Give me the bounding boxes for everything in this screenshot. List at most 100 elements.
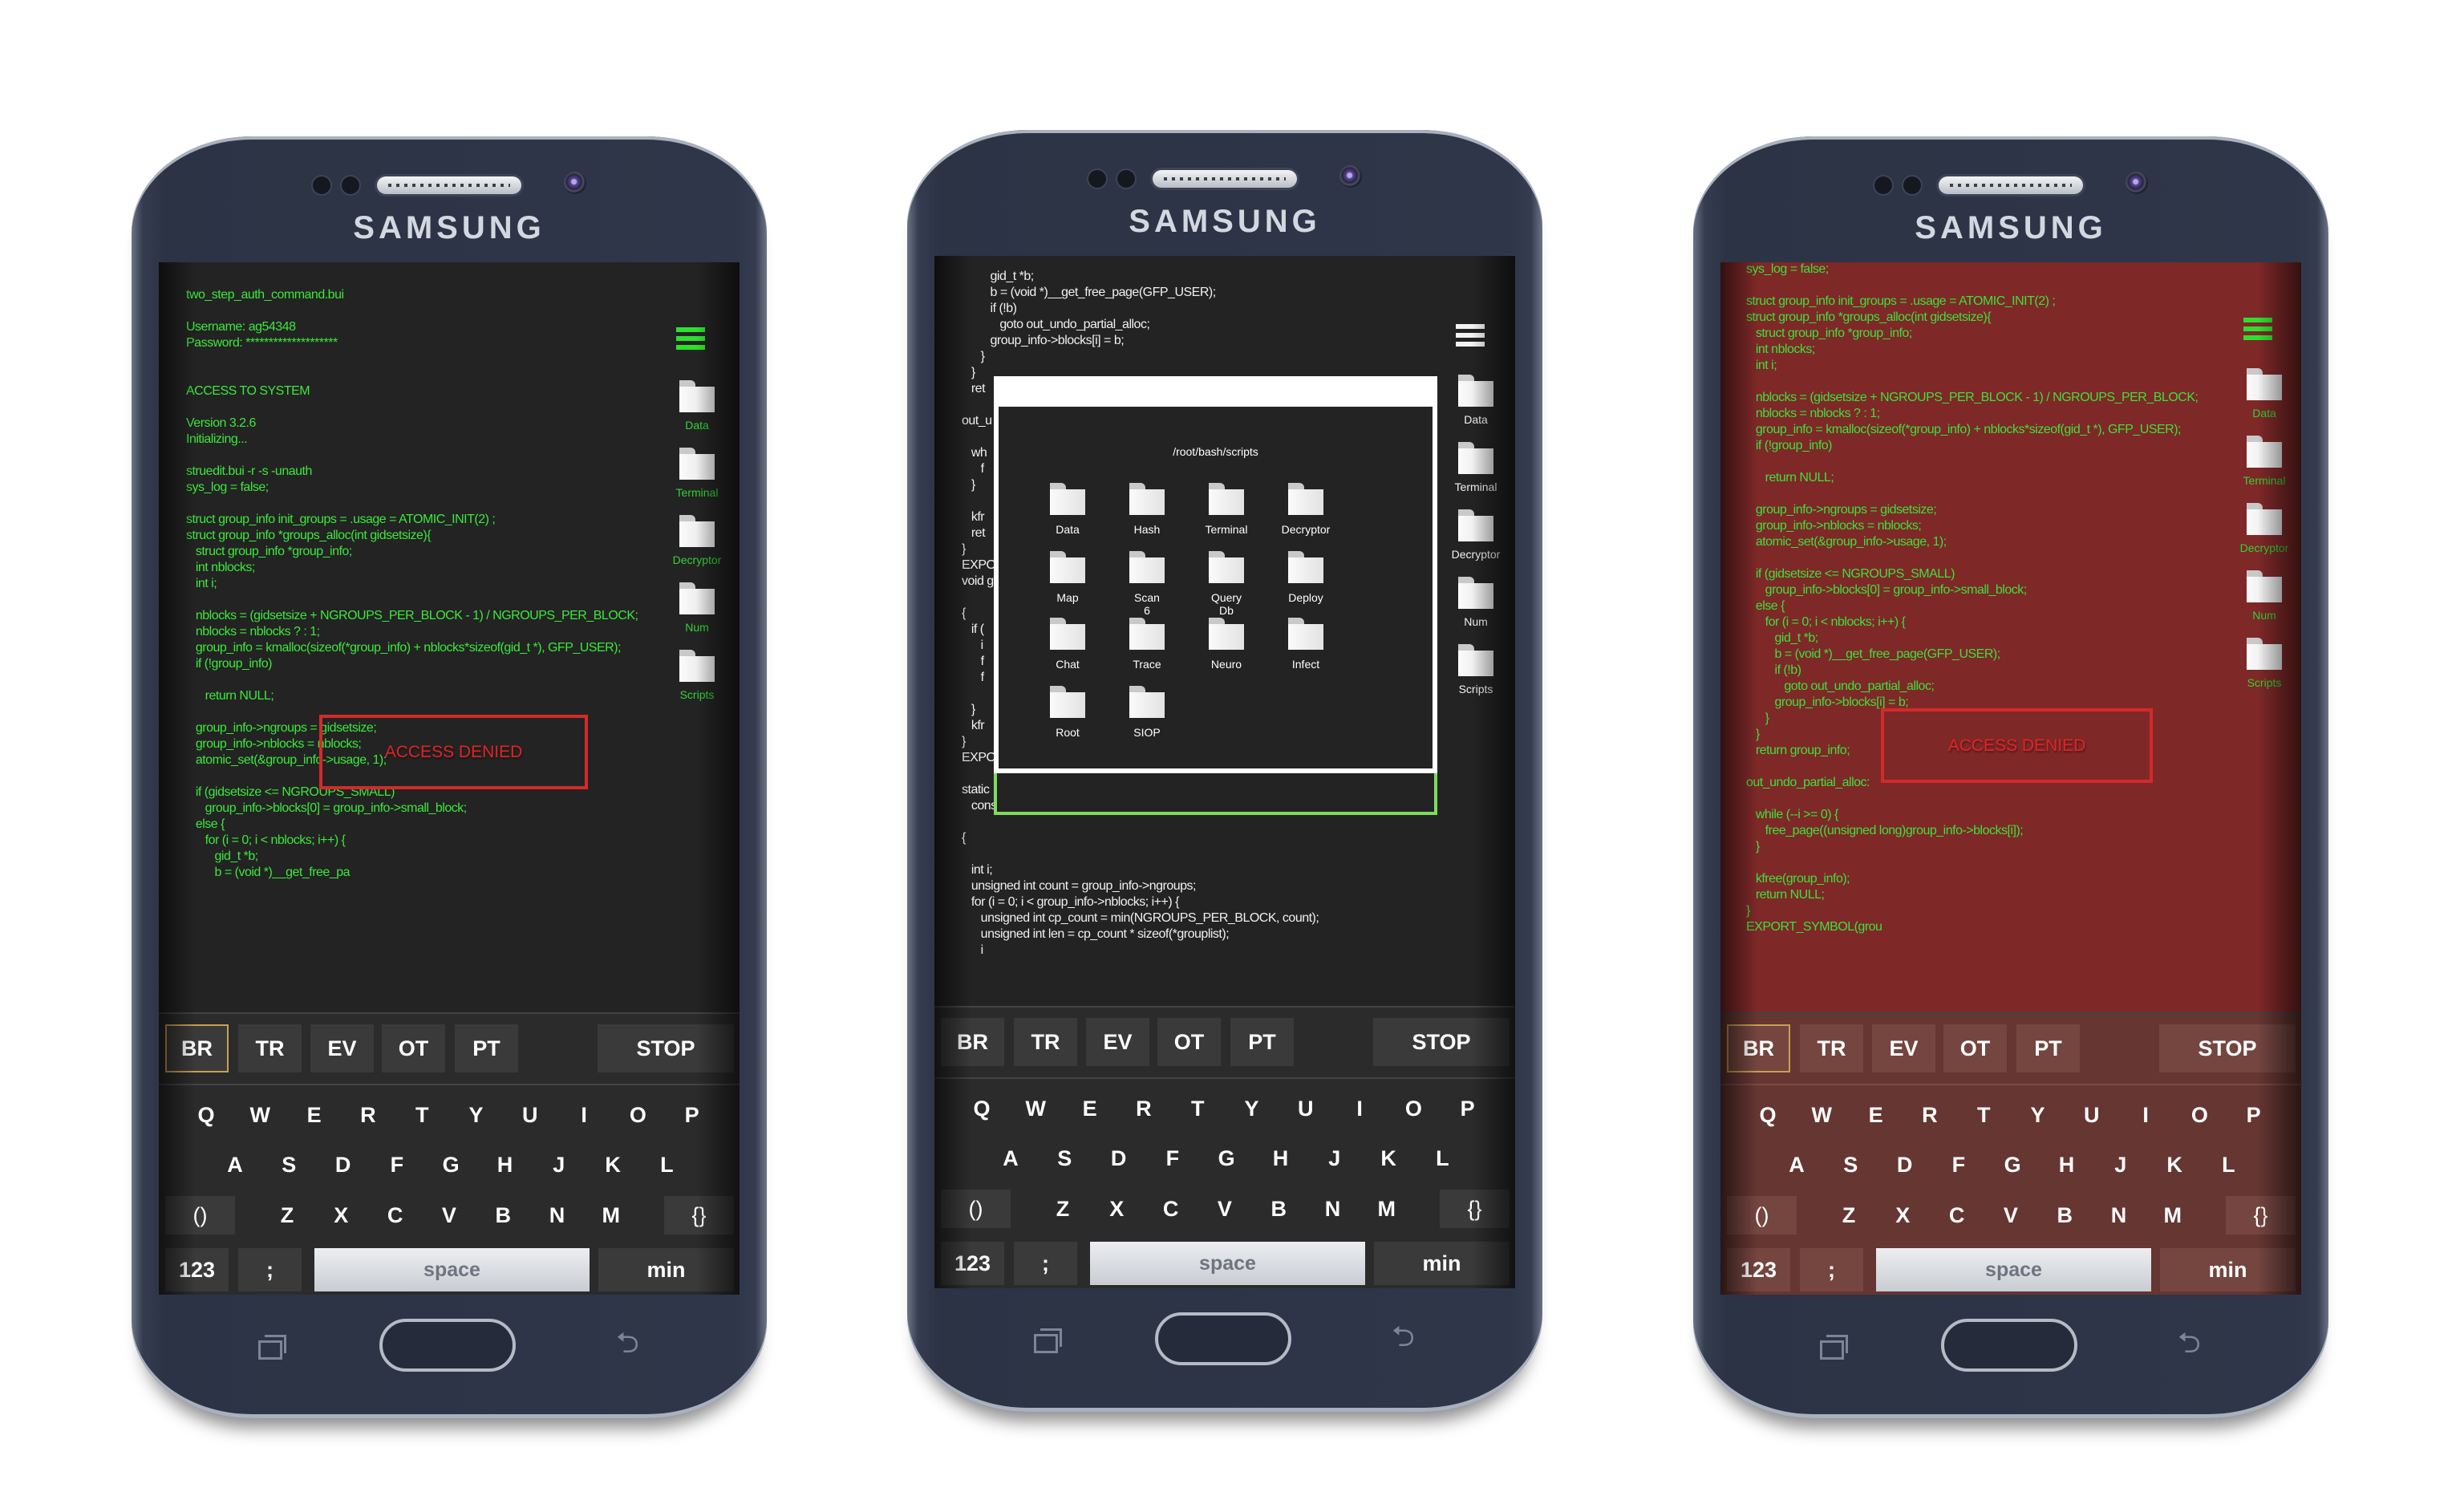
key-c[interactable]: C <box>1937 1195 1977 1235</box>
braces-key[interactable]: {} <box>1440 1190 1510 1228</box>
sidebar-item-data[interactable]: Data <box>1440 413 1512 426</box>
key-q[interactable]: Q <box>962 1089 1002 1129</box>
function-key-tr[interactable]: TR <box>1014 1018 1077 1066</box>
key-g[interactable]: G <box>431 1145 471 1185</box>
dialog-folder-deploy[interactable]: Deploy <box>1270 591 1342 604</box>
back-icon[interactable]: ⮌ <box>1392 1322 1424 1351</box>
key-y[interactable]: Y <box>456 1095 496 1135</box>
folder-icon[interactable] <box>1288 618 1323 650</box>
key-l[interactable]: L <box>646 1145 687 1185</box>
parentheses-key[interactable]: () <box>941 1190 1011 1228</box>
dialog-folder-siop[interactable]: SIOP <box>1111 726 1183 739</box>
sidebar-item-decryptor[interactable]: Decryptor <box>661 553 733 566</box>
key-i[interactable]: I <box>2126 1095 2166 1135</box>
stop-button[interactable]: STOP <box>1373 1018 1510 1066</box>
parentheses-key[interactable]: () <box>165 1196 235 1235</box>
key-k[interactable]: K <box>2154 1145 2194 1185</box>
folder-icon[interactable] <box>1458 442 1493 474</box>
key-n[interactable]: N <box>2099 1195 2139 1235</box>
folder-icon[interactable] <box>1050 483 1085 515</box>
key-j[interactable]: J <box>2101 1145 2141 1185</box>
folder-icon[interactable] <box>1458 644 1493 676</box>
function-key-ot[interactable]: OT <box>382 1024 445 1072</box>
key-w[interactable]: W <box>1015 1089 1056 1129</box>
hamburger-menu-icon[interactable] <box>676 327 705 350</box>
function-key-ev[interactable]: EV <box>310 1024 374 1072</box>
folder-icon[interactable] <box>1129 483 1165 515</box>
key-c[interactable]: C <box>1151 1189 1191 1229</box>
key-o[interactable]: O <box>618 1095 658 1135</box>
folder-icon[interactable] <box>679 448 715 480</box>
recent-apps-icon[interactable] <box>1034 1328 1062 1353</box>
semicolon-key[interactable]: ; <box>1800 1248 1863 1291</box>
key-l[interactable]: L <box>2208 1145 2248 1185</box>
sidebar-item-decryptor[interactable]: Decryptor <box>1440 548 1512 561</box>
key-m[interactable]: M <box>591 1195 631 1235</box>
key-p[interactable]: P <box>1448 1089 1488 1129</box>
sidebar-item-num[interactable]: Num <box>661 621 733 634</box>
function-key-ot[interactable]: OT <box>1157 1018 1221 1066</box>
key-i[interactable]: I <box>564 1095 604 1135</box>
home-button[interactable] <box>1941 1319 2077 1372</box>
key-k[interactable]: K <box>593 1145 633 1185</box>
key-b[interactable]: B <box>1258 1189 1299 1229</box>
dialog-folder-chat[interactable]: Chat <box>1031 658 1104 671</box>
sidebar-item-data[interactable]: Data <box>2228 407 2300 420</box>
key-a[interactable]: A <box>991 1138 1031 1178</box>
sidebar-item-data[interactable]: Data <box>661 419 733 432</box>
key-h[interactable]: H <box>2047 1145 2087 1185</box>
dialog-folder-root[interactable]: Root <box>1031 726 1104 739</box>
key-x[interactable]: X <box>321 1195 361 1235</box>
key-q[interactable]: Q <box>186 1095 226 1135</box>
dialog-folder-data[interactable]: Data <box>1031 523 1104 536</box>
key-z[interactable]: Z <box>1043 1189 1083 1229</box>
hamburger-menu-icon[interactable] <box>2243 318 2272 340</box>
folder-icon[interactable] <box>679 582 715 614</box>
braces-key[interactable]: {} <box>2226 1196 2296 1235</box>
key-d[interactable]: D <box>1885 1145 1925 1185</box>
key-s[interactable]: S <box>1044 1138 1084 1178</box>
key-r[interactable]: R <box>1124 1089 1164 1129</box>
key-x[interactable]: X <box>1096 1189 1137 1229</box>
key-e[interactable]: E <box>1070 1089 1110 1129</box>
key-d[interactable]: D <box>1099 1138 1139 1178</box>
key-g[interactable]: G <box>1206 1138 1246 1178</box>
sidebar-item-num[interactable]: Num <box>2228 609 2300 622</box>
folder-icon[interactable] <box>679 650 715 682</box>
folder-icon[interactable] <box>1050 551 1085 583</box>
key-t[interactable]: T <box>402 1095 442 1135</box>
dialog-folder-trace[interactable]: Trace <box>1111 658 1183 671</box>
function-key-pt[interactable]: PT <box>1230 1018 1294 1066</box>
folder-icon[interactable] <box>2247 368 2282 400</box>
key-z[interactable]: Z <box>1829 1195 1869 1235</box>
key-s[interactable]: S <box>1830 1145 1870 1185</box>
key-v[interactable]: V <box>429 1195 469 1235</box>
function-key-pt[interactable]: PT <box>2016 1024 2080 1072</box>
dialog-folder-map[interactable]: Map <box>1031 591 1104 604</box>
key-c[interactable]: C <box>375 1195 415 1235</box>
semicolon-key[interactable]: ; <box>238 1248 302 1291</box>
key-p[interactable]: P <box>2234 1095 2274 1135</box>
dialog-folder-query-db[interactable]: Query Db <box>1210 591 1242 617</box>
folder-icon[interactable] <box>1209 618 1244 650</box>
folder-icon[interactable] <box>679 380 715 412</box>
key-r[interactable]: R <box>348 1095 388 1135</box>
min-key[interactable]: min <box>598 1248 734 1291</box>
key-b[interactable]: B <box>483 1195 523 1235</box>
numbers-key[interactable]: 123 <box>941 1242 1004 1285</box>
key-f[interactable]: F <box>1939 1145 1979 1185</box>
key-g[interactable]: G <box>1992 1145 2032 1185</box>
braces-key[interactable]: {} <box>664 1196 734 1235</box>
hamburger-menu-icon[interactable] <box>1456 324 1485 347</box>
folder-icon[interactable] <box>1458 375 1493 407</box>
key-r[interactable]: R <box>1910 1095 1950 1135</box>
key-j[interactable]: J <box>1315 1138 1355 1178</box>
dialog-folder-infect[interactable]: Infect <box>1270 658 1342 671</box>
sidebar-item-terminal[interactable]: Terminal <box>2228 474 2300 487</box>
sidebar-item-terminal[interactable]: Terminal <box>661 486 733 499</box>
key-n[interactable]: N <box>1313 1189 1353 1229</box>
numbers-key[interactable]: 123 <box>1727 1248 1790 1291</box>
sidebar-item-scripts[interactable]: Scripts <box>2228 676 2300 689</box>
key-u[interactable]: U <box>510 1095 550 1135</box>
sidebar-item-scripts[interactable]: Scripts <box>1440 683 1512 695</box>
